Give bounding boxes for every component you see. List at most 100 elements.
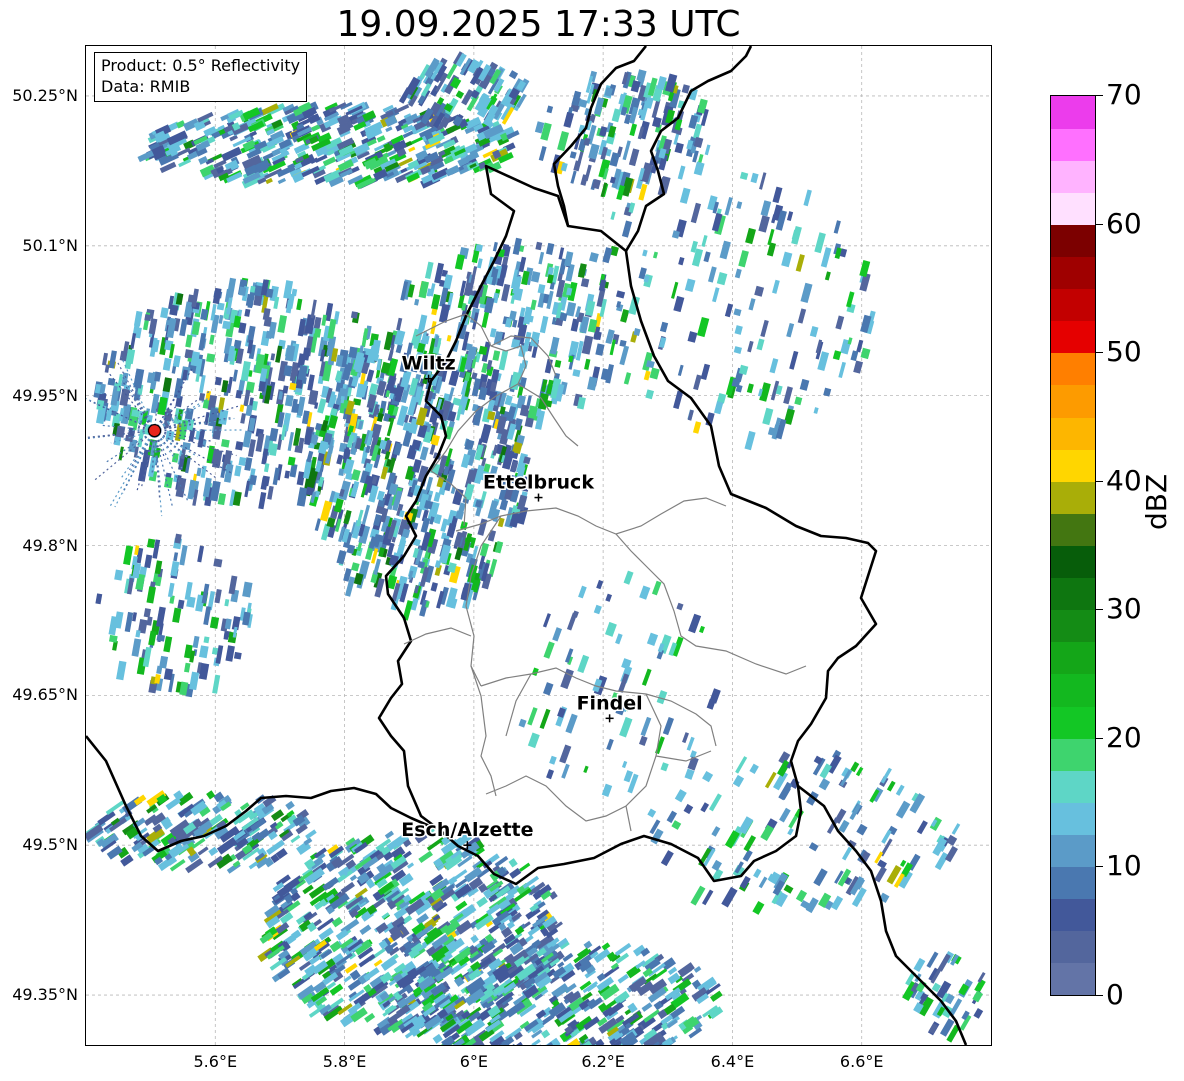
echo-cell: [446, 335, 452, 342]
echo-cell: [235, 441, 244, 451]
echo-cell: [206, 790, 216, 800]
echo-cell: [588, 143, 600, 160]
echo-cell: [289, 463, 298, 478]
echo-cell: [660, 850, 674, 867]
echo-cell: [440, 518, 449, 532]
colorbar-tick-mark: [1096, 866, 1103, 868]
echo-cell: [512, 319, 518, 328]
echo-cell: [538, 146, 547, 161]
echo-cell: [114, 569, 124, 581]
echo-cell: [659, 321, 669, 333]
colorbar-segment: [1051, 192, 1095, 225]
echo-cell: [531, 667, 539, 676]
colorbar-segment: [1051, 256, 1095, 290]
echo-cell: [738, 250, 749, 268]
echo-cell: [760, 319, 769, 338]
echo-cell: [584, 358, 591, 370]
echo-cell: [615, 290, 626, 299]
colorbar-label: dBZ: [1140, 473, 1173, 530]
echo-cell: [559, 744, 572, 764]
echo-cell: [686, 736, 695, 751]
echo-cell: [752, 901, 765, 915]
echo-cell: [336, 454, 344, 465]
colorbar-segment: [1051, 481, 1095, 514]
clutter-spoke: [153, 430, 174, 509]
echo-cell: [886, 780, 896, 792]
echo-cell: [619, 345, 630, 366]
echo-cell: [667, 972, 681, 985]
echo-cell: [701, 234, 708, 248]
echo-cell: [693, 374, 702, 391]
radar-map[interactable]: Wiltz Ettelbruck Findel Esch/Alzette Produc…: [85, 45, 992, 1046]
echo-cell: [577, 654, 590, 674]
echo-cell: [232, 369, 238, 382]
lon-tick-label: 5.8°E: [322, 1052, 367, 1071]
echo-cell: [350, 311, 358, 319]
echo-cell: [287, 431, 294, 451]
echo-cell: [146, 538, 156, 549]
echo-cell: [162, 377, 172, 393]
echo-cell: [113, 611, 124, 629]
echo-cell: [244, 308, 251, 317]
echo-cell: [593, 604, 602, 615]
echo-cell: [135, 630, 141, 638]
echo-cell: [356, 509, 364, 527]
echo-cell: [477, 518, 488, 536]
echo-cell: [535, 241, 543, 251]
echo-cell: [572, 369, 581, 377]
colorbar-tick-label: 50: [1106, 335, 1142, 369]
echo-cell: [736, 201, 743, 209]
echo-cell: [786, 211, 794, 222]
echo-cell: [290, 834, 301, 844]
echo-cell: [683, 803, 694, 815]
echo-cell: [277, 177, 286, 185]
echo-cell: [739, 875, 751, 890]
echo-cell: [708, 266, 717, 283]
colorbar-segment: [1051, 802, 1095, 835]
echo-cell: [314, 518, 322, 532]
echo-cell: [619, 716, 633, 738]
echo-cell: [359, 924, 372, 935]
echo-cell: [477, 258, 483, 269]
echo-cell: [617, 973, 629, 984]
echo-cell: [677, 364, 684, 377]
city-label: Findel: [577, 692, 643, 714]
echo-cell: [156, 634, 166, 642]
echo-cell: [258, 491, 267, 510]
echo-cell: [809, 325, 819, 338]
echo-cell: [222, 320, 232, 330]
echo-cell: [163, 476, 173, 489]
echo-cell: [336, 549, 347, 565]
echo-cell: [604, 621, 617, 637]
colorbar-tick-mark: [1096, 737, 1103, 739]
echo-cell: [629, 123, 638, 137]
echo-cell: [445, 165, 460, 177]
echo-cell: [144, 314, 152, 322]
radar-site-dot: [147, 424, 162, 438]
echo-cell: [693, 161, 705, 176]
echo-cell: [734, 268, 742, 279]
echo-cell: [233, 651, 242, 660]
echo-cell: [119, 388, 130, 407]
echo-cell: [754, 285, 765, 297]
echo-cell: [296, 487, 308, 507]
colorbar-segment: [1051, 160, 1095, 193]
echo-cell: [733, 346, 742, 354]
echo-cell: [676, 602, 684, 611]
echo-cell: [818, 778, 831, 791]
echo-cell: [697, 316, 710, 338]
echo-cell: [679, 187, 691, 204]
echo-cell: [384, 830, 395, 839]
echo-cell: [671, 820, 682, 830]
echo-cell: [946, 834, 958, 846]
colorbar-segment: [1051, 834, 1095, 868]
canton-border: [403, 627, 472, 645]
echo-cell: [189, 671, 200, 691]
colorbar-segment: [1051, 545, 1095, 579]
echo-cell: [173, 552, 179, 562]
canton-border: [655, 750, 712, 762]
echo-cell: [116, 660, 127, 681]
echo-cell: [803, 189, 812, 207]
colorbar-segment: [1051, 128, 1095, 161]
colorbar-segment: [1051, 224, 1095, 258]
